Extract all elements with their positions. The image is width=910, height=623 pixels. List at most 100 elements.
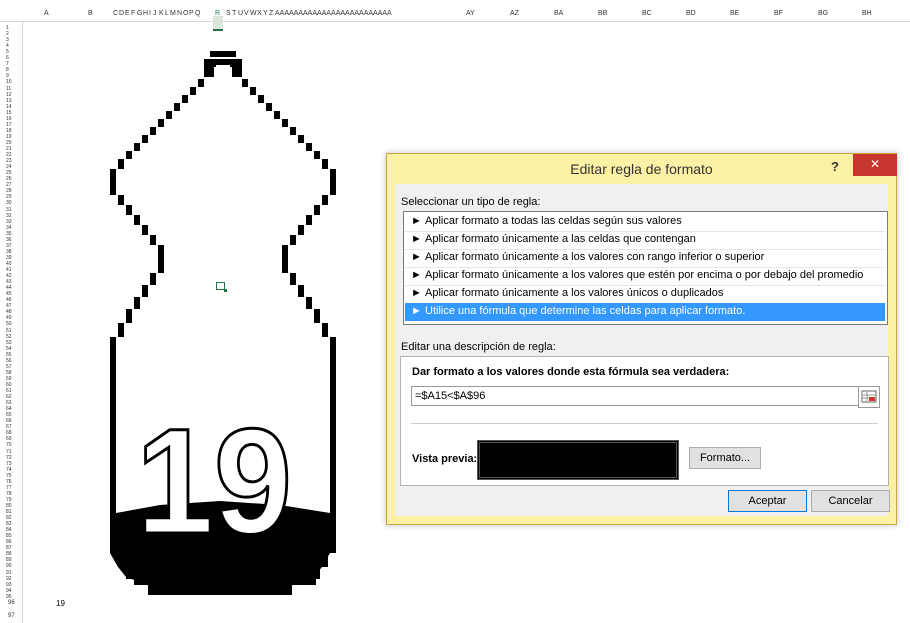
col-header-z[interactable]: Z [269,10,273,17]
row-header-number[interactable]: 30 [6,201,12,206]
row-header-number[interactable]: 16 [6,116,12,122]
col-header-q[interactable]: Q [195,10,200,17]
row-header-number[interactable]: 95 [6,594,12,600]
col-header-b[interactable]: B [88,10,93,17]
format-preview [477,440,679,480]
col-header-y[interactable]: Y [263,10,268,17]
col-header-bc[interactable]: BC [642,10,652,17]
row-header-number[interactable]: 70 [6,443,12,448]
formula-input[interactable]: =$A15<$A$96 [411,386,860,406]
row-header-number[interactable]: 55 [6,352,12,358]
col-header-j[interactable]: J [153,10,157,17]
rule-type-label: Aplicar formato a todas las celdas según… [425,215,682,227]
col-header-t[interactable]: T [232,10,236,17]
row-header-97[interactable]: 97 [8,613,15,619]
col-header-bb[interactable]: BB [598,10,607,17]
rule-type-list[interactable]: ► Aplicar formato a todas las celdas segú… [403,211,888,325]
rule-type-item[interactable]: ► Aplicar formato únicamente a los valore… [405,267,885,286]
col-header-l[interactable]: L [165,10,169,17]
col-header-bg[interactable]: BG [818,10,828,17]
range-selector-button[interactable] [858,386,880,408]
row-header-number[interactable]: 93 [6,582,12,588]
row-header-96[interactable]: 96 [8,600,15,606]
col-header-c[interactable]: C [113,10,118,17]
col-header-m[interactable]: M [170,10,176,17]
row-header-number[interactable]: 32 [6,213,12,219]
row-header-number[interactable]: 54 [6,346,12,352]
col-header-f[interactable]: F [131,10,135,17]
row-header-number[interactable]: 12 [6,92,12,98]
bottle-pixel-art: 19 [110,51,336,595]
active-cell-indicator[interactable] [216,282,227,292]
rule-type-item-selected[interactable]: ► Utilice una fórmula que determine las c… [405,303,885,321]
row-header-bar[interactable]: 1 2 3 4 5 6 7 8 9 10 11 12 13 14 15 16 17 18 19 20 21 22 23 24 2… [0,22,23,623]
row-header-number[interactable]: 15 [6,110,12,116]
row-header-number[interactable]: 10 [6,80,12,85]
row-header-number[interactable]: 11 [6,86,11,92]
col-header-ay[interactable]: AY [466,10,475,17]
row-header-number[interactable]: 31 [6,207,12,213]
row-header-number[interactable]: 36 [6,237,12,243]
row-header-number[interactable]: 92 [6,576,12,582]
row-header-number[interactable]: 14 [6,104,12,110]
row-header-number[interactable]: 34 [6,225,12,231]
row-header-number[interactable]: 76 [6,479,12,485]
rule-type-item[interactable]: ► Aplicar formato a todas las celdas segú… [405,213,885,232]
row-header-number[interactable]: 73 [6,461,12,467]
col-header-bd[interactable]: BD [686,10,696,17]
col-header-u[interactable]: U [238,10,243,17]
row-header-number[interactable]: 50 [6,322,12,327]
col-header-az[interactable]: AZ [510,10,519,17]
row-header-number[interactable]: 90 [6,564,12,569]
selected-column-header[interactable] [213,16,223,31]
rule-type-item[interactable]: ► Aplicar formato únicamente a los valore… [405,285,885,304]
row-header-number[interactable]: 56 [6,358,12,364]
cancel-button[interactable]: Cancelar [811,490,890,512]
col-header-ba[interactable]: BA [554,10,563,17]
col-header-o[interactable]: O [183,10,188,17]
col-header-g[interactable]: G [137,10,142,17]
col-header-p[interactable]: P [189,10,194,17]
row-header-number[interactable]: 71 [6,449,12,455]
row-header-number[interactable]: 13 [6,98,12,104]
col-header-k[interactable]: K [159,10,164,17]
rule-description-panel: Dar formato a los valores donde esta fór… [400,356,889,486]
col-header-d[interactable]: D [119,10,124,17]
col-header-x[interactable]: X [257,10,262,17]
close-button[interactable]: ✕ [853,154,897,176]
col-header-aa-group[interactable]: AAAAAAAAAAAAAAAAAAAAAAAAA [275,10,392,17]
format-button[interactable]: Formato... [689,447,761,469]
formula-label: Dar formato a los valores donde esta fór… [412,366,730,378]
col-header-v[interactable]: V [244,10,249,17]
cell-a96[interactable]: 19 [56,599,65,608]
dialog-titlebar[interactable]: Editar regla de formato ? ✕ [387,154,897,184]
ok-button[interactable]: Aceptar [728,490,807,512]
rule-type-label: Utilice una fórmula que determine las ce… [425,305,746,317]
col-header-i[interactable]: I [149,10,151,17]
row-header-number[interactable]: 94 [6,588,12,594]
rule-type-item[interactable]: ► Aplicar formato únicamente a las celdas… [405,231,885,250]
col-header-bh[interactable]: BH [862,10,872,17]
row-header-number[interactable]: 72 [6,455,12,461]
col-header-e[interactable]: E [125,10,130,17]
col-header-be[interactable]: BE [730,10,739,17]
row-header-number[interactable]: 53 [6,340,12,346]
col-header-w[interactable]: W [250,10,257,17]
row-header-number[interactable]: 75 [6,473,12,479]
col-header-n[interactable]: N [177,10,182,17]
row-header-number[interactable]: 91 [6,570,12,576]
col-header-a[interactable]: A [44,10,49,17]
row-header-number[interactable]: 74 [6,467,12,473]
row-header-number[interactable]: 35 [6,231,12,237]
row-header-number[interactable]: 33 [6,219,12,225]
col-header-h[interactable]: H [143,10,148,17]
help-button[interactable]: ? [831,159,839,174]
rule-type-item[interactable]: ► Aplicar formato únicamente a los valore… [405,249,885,268]
col-header-r[interactable]: R [215,10,220,17]
row-header-number[interactable]: 51 [6,328,12,334]
col-header-bf[interactable]: BF [774,10,783,17]
row-header-number[interactable]: 52 [6,334,12,340]
col-header-s[interactable]: S [226,10,231,17]
bullet-icon: ► [411,251,422,263]
preview-label: Vista previa: [412,453,478,465]
